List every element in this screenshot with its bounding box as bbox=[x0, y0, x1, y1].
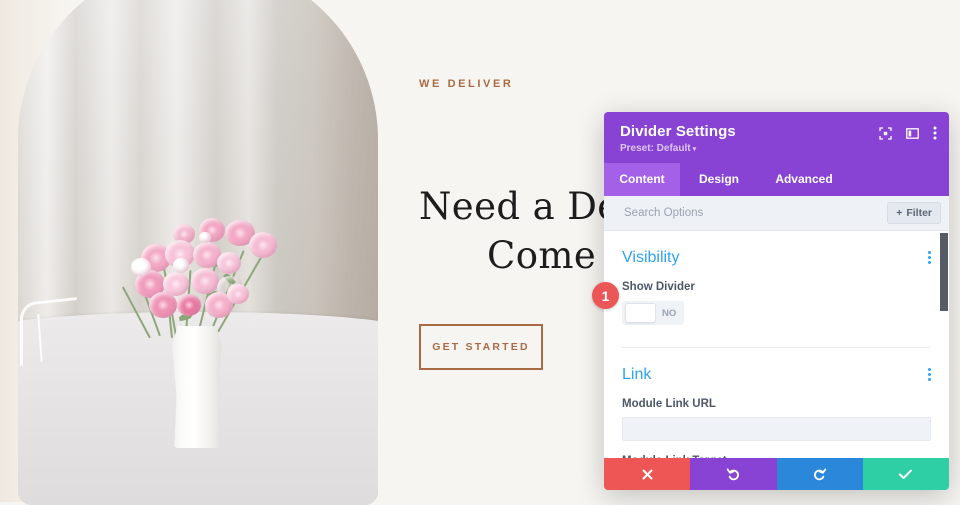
save-button[interactable] bbox=[862, 458, 949, 490]
tab-content[interactable]: Content bbox=[604, 163, 680, 196]
module-link-url-label: Module Link URL bbox=[622, 398, 716, 410]
panel-header: Divider Settings Preset: Default ▾ bbox=[604, 112, 949, 163]
check-icon bbox=[899, 469, 913, 479]
divider-settings-panel[interactable]: Divider Settings Preset: Default ▾ Conte… bbox=[604, 112, 949, 490]
undo-button[interactable] bbox=[690, 458, 777, 490]
hero-image bbox=[18, 0, 378, 505]
section-link-header: Link bbox=[622, 348, 931, 384]
search-row: + Filter bbox=[604, 196, 949, 231]
show-divider-toggle[interactable]: NO bbox=[622, 301, 684, 325]
section-visibility-kebab-icon[interactable] bbox=[928, 250, 931, 266]
panel-body: Visibility Show Divider NO Link Module L… bbox=[604, 231, 949, 458]
chair-back bbox=[20, 297, 77, 366]
redo-icon bbox=[814, 468, 827, 480]
redo-button[interactable] bbox=[776, 458, 863, 490]
module-link-target-label: Module Link Target bbox=[622, 455, 931, 458]
section-link: Link Module Link URL Module Link Target bbox=[604, 348, 949, 458]
panel-footer bbox=[604, 458, 949, 490]
tab-advanced[interactable]: Advanced bbox=[758, 163, 850, 196]
module-link-url-input[interactable] bbox=[622, 417, 931, 441]
chevron-down-icon: ▾ bbox=[692, 146, 697, 153]
focus-icon[interactable] bbox=[879, 126, 892, 140]
search-input[interactable] bbox=[622, 206, 888, 220]
preset-label: Preset: Default bbox=[620, 143, 691, 154]
layout-columns-icon[interactable] bbox=[906, 127, 919, 140]
show-divider-label: Show Divider bbox=[622, 281, 695, 293]
flower-vase bbox=[172, 326, 222, 448]
plus-icon: + bbox=[896, 207, 903, 219]
close-icon bbox=[642, 469, 653, 479]
panel-scrollbar-track[interactable] bbox=[939, 231, 949, 458]
section-link-title: Link bbox=[622, 366, 652, 383]
section-link-kebab-icon[interactable] bbox=[928, 367, 931, 383]
filter-button-label: Filter bbox=[906, 207, 932, 219]
toggle-value: NO bbox=[662, 307, 677, 319]
filter-button[interactable]: + Filter bbox=[887, 202, 941, 224]
section-visibility-title: Visibility bbox=[622, 249, 680, 266]
hero-eyebrow: WE DELIVER bbox=[419, 78, 514, 90]
panel-tabs: Content Design Advanced bbox=[604, 163, 949, 196]
undo-icon bbox=[726, 468, 739, 480]
step-badge-1: 1 bbox=[592, 282, 619, 309]
cancel-button[interactable] bbox=[604, 458, 691, 490]
preset-selector[interactable]: Preset: Default ▾ bbox=[620, 143, 933, 154]
panel-scrollbar-thumb[interactable] bbox=[940, 233, 948, 311]
get-started-button[interactable]: GET STARTED bbox=[419, 324, 543, 370]
panel-header-icons bbox=[879, 126, 937, 140]
kebab-menu-icon[interactable] bbox=[933, 126, 937, 140]
section-visibility-header: Visibility bbox=[622, 231, 931, 267]
toggle-knob bbox=[625, 303, 656, 323]
section-visibility: Visibility Show Divider NO bbox=[604, 231, 949, 348]
tab-design[interactable]: Design bbox=[680, 163, 758, 196]
